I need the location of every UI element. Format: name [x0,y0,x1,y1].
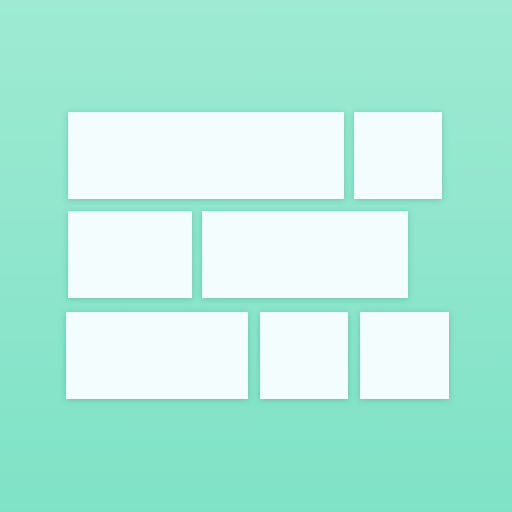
tile-row2-medium [68,211,192,298]
tile-row3-square-2 [360,312,449,399]
tile-row3-square-1 [260,312,348,399]
tile-row1-square [354,112,442,199]
tiled-layout-icon [0,0,512,512]
tile-row1-wide [68,112,344,199]
tile-row2-wide [202,211,408,298]
tile-row3-wide [66,312,248,399]
